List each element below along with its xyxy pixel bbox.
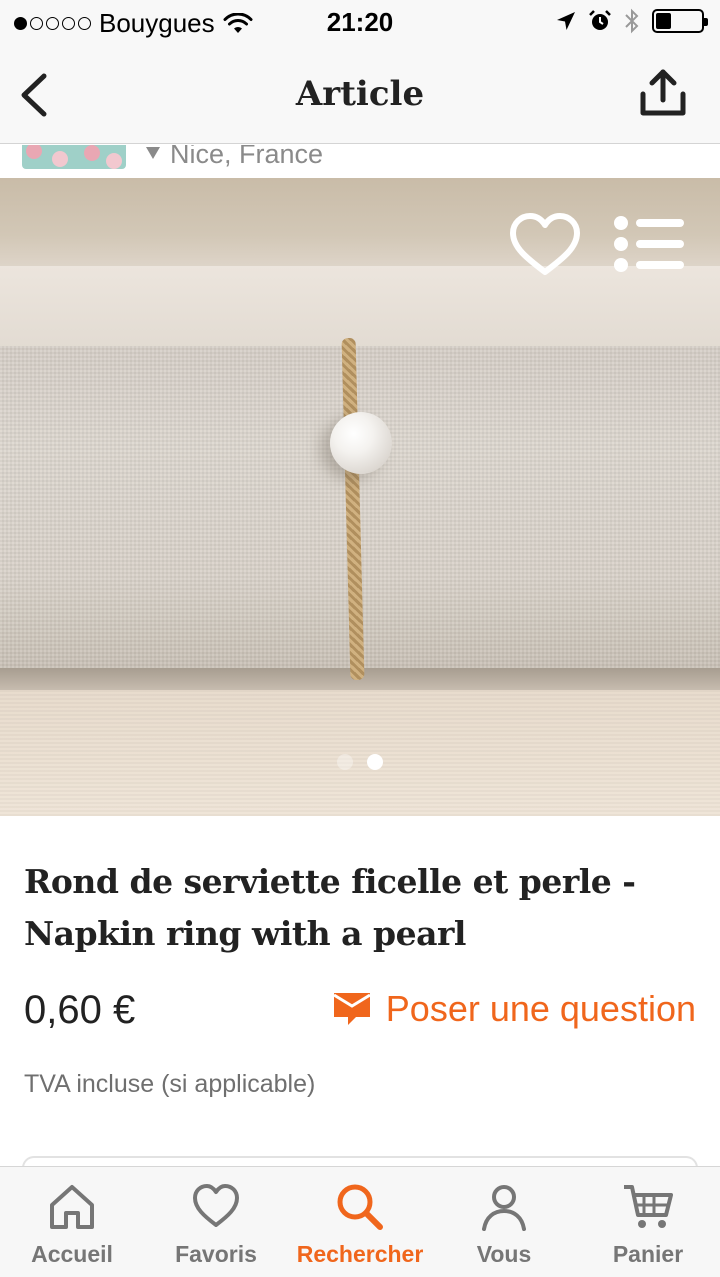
location-arrow-icon (557, 12, 575, 30)
tab-label: Accueil (31, 1241, 113, 1267)
tab-label: Panier (612, 1241, 684, 1267)
tab-bar: Accueil Favoris Rechercher Vous Panier (0, 1166, 720, 1277)
shop-row[interactable]: Nice, France (0, 145, 720, 178)
shop-avatar[interactable] (22, 145, 126, 169)
tab-label: Rechercher (296, 1241, 424, 1267)
add-to-list-icon[interactable] (612, 214, 688, 274)
favorite-heart-icon[interactable] (508, 212, 582, 278)
bluetooth-icon (625, 8, 639, 34)
product-photo-pearl (330, 412, 392, 474)
tab-favoris[interactable]: Favoris (144, 1167, 288, 1277)
navigation-bar: Article (0, 46, 720, 144)
tab-label: Favoris (175, 1241, 257, 1267)
battery-icon (652, 9, 708, 33)
user-icon (482, 1185, 526, 1231)
product-details: Rond de serviette ficelle et perle - Nap… (0, 816, 720, 1176)
alarm-icon (589, 10, 611, 30)
vat-note: TVA incluse (si applicable) (24, 1070, 316, 1098)
heart-icon (193, 1184, 239, 1227)
cart-icon (624, 1185, 673, 1228)
shop-location-text: Nice, France (170, 145, 324, 169)
tab-panier[interactable]: Panier (576, 1167, 720, 1277)
search-icon (337, 1184, 383, 1230)
product-title-line2: Napkin ring with a pearl (24, 914, 466, 953)
product-image-gallery[interactable] (0, 178, 720, 816)
page-title: Article (295, 74, 425, 114)
status-bar: Bouygues 21:20 (0, 0, 720, 46)
pager-dot[interactable] (367, 754, 383, 770)
status-right (556, 8, 708, 34)
home-icon (50, 1185, 94, 1229)
tab-vous[interactable]: Vous (432, 1167, 576, 1277)
product-title-line1: Rond de serviette ficelle et perle - (24, 862, 636, 901)
ask-question-label: Poser une question (385, 988, 696, 1029)
product-price: 0,60 € (24, 988, 136, 1032)
location-pin-icon (146, 146, 160, 159)
product-title: Rond de serviette ficelle et perle - Nap… (24, 856, 704, 960)
gallery-pager[interactable] (0, 754, 720, 770)
message-icon (332, 993, 371, 1025)
pager-dot[interactable] (337, 754, 353, 770)
tab-label: Vous (476, 1241, 532, 1267)
tab-rechercher[interactable]: Rechercher (288, 1167, 432, 1277)
shop-location: Nice, France (146, 145, 323, 170)
tab-accueil[interactable]: Accueil (0, 1167, 144, 1277)
share-icon[interactable] (638, 68, 688, 120)
ask-question-button[interactable]: Poser une question (332, 988, 696, 1030)
